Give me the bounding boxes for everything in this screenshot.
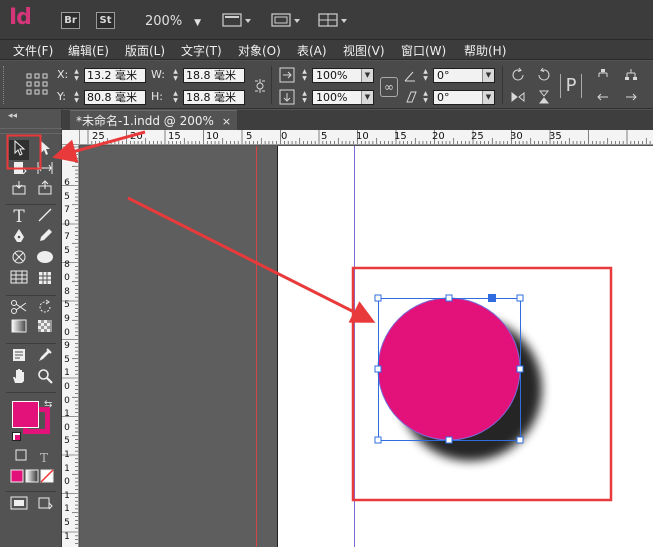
resize-handle[interactable] <box>445 436 453 444</box>
resize-handle[interactable] <box>445 294 453 302</box>
resize-handle[interactable] <box>374 365 382 373</box>
annotation-arrow-to-circle <box>127 196 376 323</box>
resize-handle[interactable] <box>516 365 524 373</box>
tool-highlight-box <box>6 134 42 170</box>
canvas-overlay <box>6 130 613 547</box>
annotation-arrow-to-tool <box>52 130 146 163</box>
resize-handle[interactable] <box>374 436 382 444</box>
magenta-circle[interactable] <box>377 297 521 441</box>
resize-handle[interactable] <box>516 436 524 444</box>
resize-handle[interactable] <box>374 294 382 302</box>
content-grabber-handle[interactable] <box>488 294 496 302</box>
resize-handle[interactable] <box>516 294 524 302</box>
